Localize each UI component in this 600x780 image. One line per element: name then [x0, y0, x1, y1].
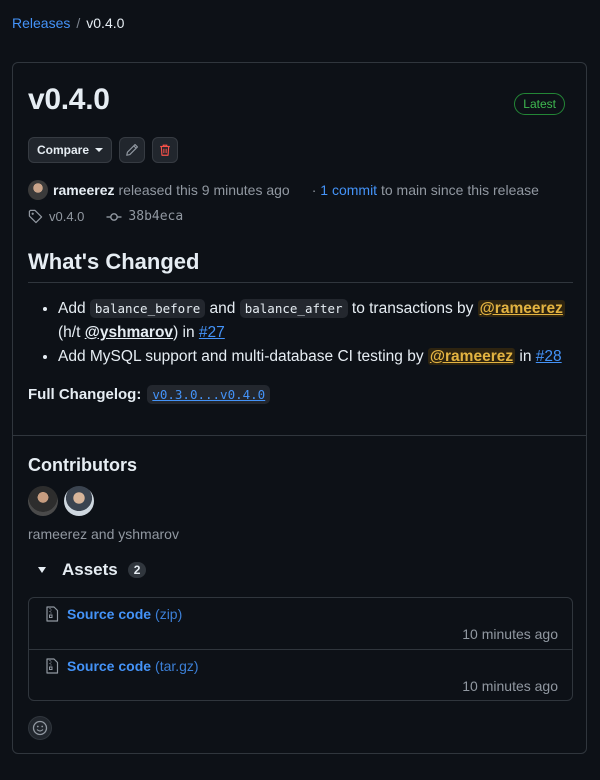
breadcrumb-separator: / [76, 15, 81, 31]
breadcrumb-current: v0.4.0 [86, 15, 125, 31]
delete-button[interactable] [152, 137, 178, 163]
asset-time: 10 minutes ago [462, 626, 558, 642]
author-link[interactable]: rameerez [53, 182, 115, 198]
asset-list: Source code (zip) 10 minutes ago Source … [28, 597, 573, 701]
assets-count: 2 [127, 562, 147, 578]
asset-name: Source code [67, 606, 152, 622]
breadcrumb-releases-link[interactable]: Releases [12, 15, 70, 31]
commits-suffix: to main since this release [380, 182, 539, 198]
asset-link[interactable]: Source code (tar.gz) [45, 658, 199, 674]
list-item: Add MySQL support and multi-database CI … [58, 345, 573, 369]
changelog-link[interactable]: v0.3.0...v0.4.0 [147, 385, 271, 404]
asset-format: (zip) [155, 606, 183, 622]
triangle-down-icon [38, 567, 46, 573]
released-text: released this 9 minutes ago [118, 182, 290, 198]
change-text: Add MySQL support and multi-database CI … [58, 348, 428, 365]
contributor-avatars [28, 486, 94, 516]
asset-row: Source code (zip) 10 minutes ago [29, 598, 572, 649]
add-reaction-button[interactable] [28, 716, 52, 740]
change-text: ) in [173, 324, 199, 341]
pr-link[interactable]: #28 [536, 348, 562, 365]
author-avatar[interactable] [28, 180, 48, 200]
separator-dot: · [311, 182, 317, 198]
tag-name: v0.4.0 [49, 209, 85, 224]
tag-commit-row: v0.4.0 38b4eca [28, 209, 205, 224]
commit-item[interactable]: 38b4eca [106, 209, 183, 224]
full-changelog: Full Changelog: v0.3.0...v0.4.0 [28, 385, 271, 404]
pencil-icon [126, 144, 138, 156]
compare-label: Compare [37, 143, 90, 157]
change-text: in [515, 348, 536, 365]
section-divider [13, 435, 586, 436]
inline-code: balance_before [89, 299, 206, 318]
mention-link[interactable]: @yshmarov [85, 324, 173, 341]
avatar[interactable] [64, 486, 94, 516]
latest-badge: Latest [514, 93, 565, 115]
smiley-icon [32, 720, 48, 736]
release-actions: Compare [28, 137, 178, 163]
commit-sha: 38b4eca [128, 209, 184, 224]
edit-button[interactable] [119, 137, 145, 163]
asset-name: Source code [67, 658, 152, 674]
release-title: v0.4.0 [28, 83, 110, 116]
release-meta: rameerez released this 9 minutes ago · 1… [28, 180, 573, 200]
avatar[interactable] [28, 486, 58, 516]
changes-list: Add balance_before and balance_after to … [28, 297, 573, 369]
contributor-names: rameerez and yshmarov [28, 526, 179, 542]
list-item: Add balance_before and balance_after to … [58, 297, 573, 345]
changelog-label: Full Changelog: [28, 386, 142, 403]
mention-link[interactable]: @rameerez [427, 348, 516, 365]
file-zip-icon [46, 658, 59, 674]
tag-icon [28, 209, 43, 224]
assets-toggle[interactable]: Assets 2 [28, 560, 147, 580]
asset-time: 10 minutes ago [462, 678, 558, 694]
mention-link[interactable]: @rameerez [477, 300, 565, 317]
change-text: and [205, 300, 240, 317]
compare-button[interactable]: Compare [28, 137, 112, 163]
release-card: v0.4.0 Latest Compare rameerez released … [12, 62, 587, 754]
tag-item[interactable]: v0.4.0 [28, 209, 84, 224]
assets-heading: Assets [62, 560, 118, 579]
inline-code: balance_after [239, 299, 348, 318]
asset-row: Source code (tar.gz) 10 minutes ago [29, 649, 572, 700]
change-text: Add [58, 300, 90, 317]
change-text: to transactions by [347, 300, 478, 317]
trash-icon [160, 144, 170, 156]
notes-heading: What's Changed [28, 249, 573, 283]
asset-link[interactable]: Source code (zip) [45, 606, 182, 622]
chevron-down-icon [95, 148, 104, 152]
commits-link[interactable]: 1 commit [320, 182, 377, 198]
contributors-heading: Contributors [28, 455, 137, 475]
pr-link[interactable]: #27 [199, 324, 225, 341]
file-zip-icon [46, 606, 59, 622]
commit-icon [106, 212, 122, 221]
change-text: (h/t [58, 324, 85, 341]
breadcrumb: Releases / v0.4.0 [12, 15, 124, 31]
asset-format: (tar.gz) [155, 658, 199, 674]
commits-info: · 1 commit to main since this release [312, 182, 539, 198]
